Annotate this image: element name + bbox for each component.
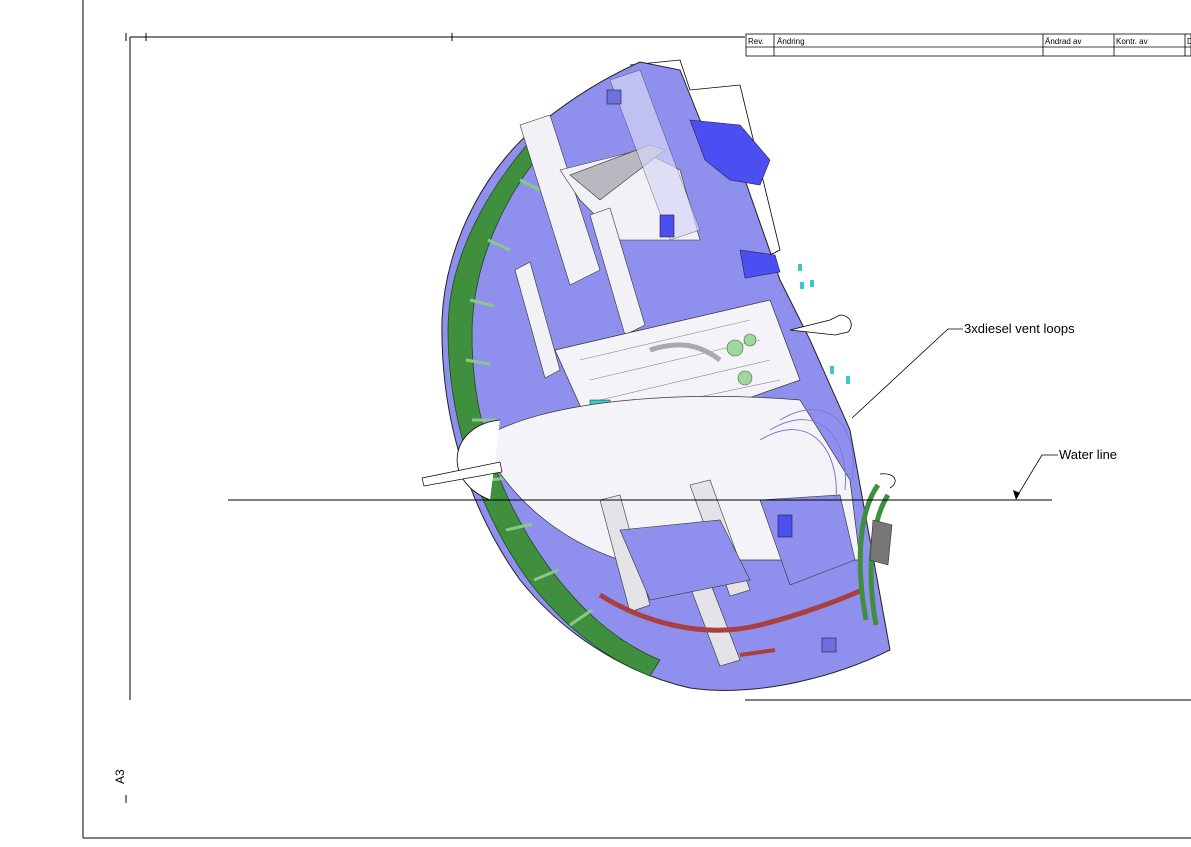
boat-hull-model (421, 59, 896, 691)
rev-header-rev: Rev. (748, 37, 764, 46)
drawing-sheet: Rev. Ändring Ändrad av Kontr. av D 3xdie… (0, 0, 1191, 842)
callout-water-line: Water line (1059, 447, 1118, 462)
sheet-size-label: A3 (113, 769, 127, 784)
callout-vent-loops: 3xdiesel vent loops (964, 321, 1075, 336)
rev-header-date: D (1187, 37, 1191, 46)
callout-leaders (851, 328, 1058, 500)
rev-header-checked-by: Kontr. av (1116, 37, 1148, 46)
rev-header-changed-by: Ändrad av (1045, 37, 1082, 46)
drawing-canvas (82, 0, 1191, 839)
rev-header-change: Ändring (777, 37, 805, 46)
